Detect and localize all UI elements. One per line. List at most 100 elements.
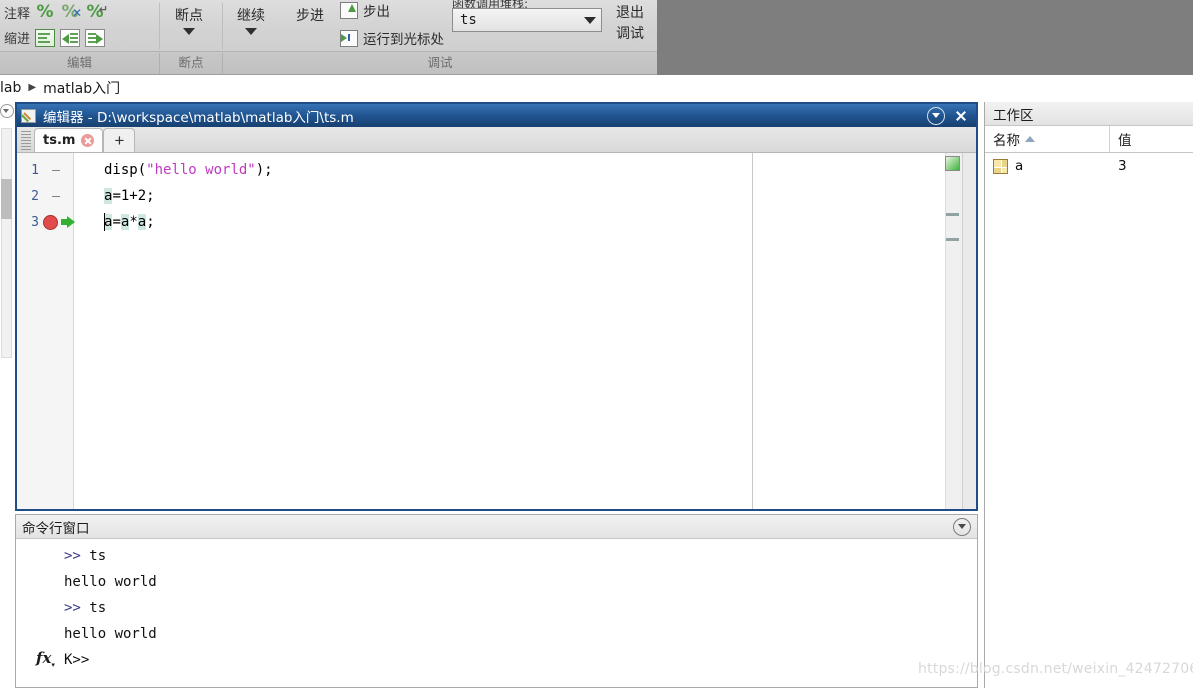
editor-icon — [21, 108, 36, 123]
breakpoint-button[interactable]: 断点 — [163, 5, 215, 35]
workspace-column-value[interactable]: 值 — [1110, 126, 1132, 152]
editor-options-button[interactable] — [927, 106, 945, 125]
step-out-button[interactable]: 步出 — [340, 0, 390, 20]
editor-title-bar: 编辑器 - D:\workspace\matlab\matlab入门\ts.m — [17, 104, 976, 127]
workspace-variable-value: 3 — [1118, 158, 1127, 174]
code-line-2: a=1+2; — [104, 183, 155, 209]
command-window-panel: 命令行窗口 >> ts hello world >> ts hello worl… — [15, 514, 978, 688]
ribbon-group-label-bar: 编辑 断点 调试 — [0, 52, 657, 75]
group-label-edit: 编辑 — [66, 55, 92, 70]
code-line-3-op: * — [129, 214, 138, 230]
code-line-3: a=a*a; — [104, 209, 155, 235]
exit-debug-button[interactable]: 退出 调试 — [610, 3, 650, 45]
breadcrumb: lab ▶ matlab入门 — [0, 75, 1193, 100]
comment-row: 注释 % % ✕ % ↵ — [4, 2, 108, 22]
line-number-3: 3 — [31, 214, 39, 230]
command-window-options-button[interactable] — [953, 517, 971, 536]
editor-close-button[interactable] — [953, 108, 969, 124]
gutter-row-2[interactable]: 2 — — [17, 183, 74, 209]
code-line-1-string: "hello world" — [146, 162, 256, 178]
editor-title: 编辑器 - D:\workspace\matlab\matlab入门\ts.m — [43, 109, 354, 126]
command-window-title-bar: 命令行窗口 — [16, 515, 977, 539]
step-out-icon — [340, 1, 358, 19]
editor-code-area[interactable]: disp("hello world"); a=1+2; a=a*a; — [74, 153, 976, 509]
editor-gutter: 1 — 2 — 3 — [17, 153, 75, 509]
editor-tab-bar: ts.m + — [17, 127, 976, 153]
fx-icon[interactable]: fx▾ — [36, 649, 55, 669]
left-dock-strip — [0, 100, 14, 688]
step-out-label: 步出 — [363, 4, 390, 20]
uncomment-icon[interactable]: % ✕ — [60, 2, 83, 22]
run-to-cursor-label: 运行到光标处 — [363, 32, 444, 48]
command-line-3: hello world — [64, 626, 157, 642]
workspace-variable-name: a — [1015, 158, 1024, 174]
editor-outer-scrollbar[interactable] — [962, 153, 976, 509]
code-line-1-prefix: disp( — [104, 162, 147, 178]
command-text-0: ts — [89, 548, 107, 564]
smart-indent-icon[interactable] — [35, 28, 56, 47]
line-number-2: 2 — [31, 188, 39, 204]
editor-body: 1 — 2 — 3 disp("hello world"); a=1+2; a=… — [17, 153, 976, 509]
left-dock-scrollbar[interactable] — [1, 128, 12, 358]
comment-icon[interactable]: % — [35, 2, 55, 22]
tab-close-icon[interactable] — [81, 134, 95, 147]
breadcrumb-segment-1[interactable]: matlab入门 — [43, 78, 120, 98]
chevron-down-icon — [579, 9, 601, 31]
wrap-comment-icon[interactable]: % ↵ — [85, 2, 108, 22]
left-dock-scroll-thumb[interactable] — [1, 179, 12, 219]
command-window-output[interactable]: >> ts hello world >> ts hello world fx▾ … — [16, 539, 977, 687]
editor-tab-label: ts.m — [43, 133, 76, 148]
continue-caret-icon — [245, 28, 257, 35]
gutter-row-3[interactable]: 3 — [17, 209, 75, 235]
call-stack-dropdown[interactable]: ts — [452, 8, 602, 32]
workspace-table-header: 名称 值 — [985, 126, 1193, 153]
chevron-down-circle-icon — [0, 104, 14, 118]
indent-left-icon[interactable] — [85, 28, 106, 47]
command-window-title: 命令行窗口 — [22, 520, 90, 537]
editor-tab-ts-m[interactable]: ts.m — [34, 128, 104, 152]
workspace-panel: 工作区 名称 值 a 3 — [984, 102, 1193, 688]
continue-button[interactable]: 继续 — [226, 5, 276, 35]
gutter-row-1[interactable]: 1 — — [17, 157, 74, 183]
exit-debug-label-line2: 调试 — [616, 26, 644, 42]
matlab-ide-window: 注释 % % ✕ % ↵ 缩进 断点 继续 步进 步出 I 运行到光标处 函数调… — [0, 0, 1193, 688]
step-label: 步进 — [296, 8, 324, 24]
code-analyzer-ok-indicator[interactable] — [945, 156, 960, 171]
editor-panel: 编辑器 - D:\workspace\matlab\matlab入门\ts.m … — [15, 102, 978, 511]
tab-grip-handle[interactable] — [21, 131, 31, 151]
breakpoint-marker-icon[interactable] — [43, 214, 58, 230]
exit-debug-label-line1: 退出 — [616, 5, 644, 21]
line-marker-1: — — [52, 162, 60, 178]
run-to-cursor-button[interactable]: I 运行到光标处 — [340, 28, 444, 48]
comment-label: 注释 — [4, 6, 31, 22]
code-line-2-rest: =1+2; — [112, 188, 155, 204]
command-debug-prompt[interactable]: K>> — [64, 647, 89, 673]
command-line-0: >> ts — [64, 543, 106, 569]
new-tab-button[interactable]: + — [103, 128, 136, 152]
workspace-column-name[interactable]: 名称 — [985, 126, 1110, 152]
uncomment-x-badge: ✕ — [71, 6, 83, 20]
column-ruler-line — [752, 153, 753, 509]
scroll-marker-1 — [946, 213, 959, 216]
table-row[interactable]: a 3 — [985, 153, 1193, 179]
scroll-marker-2 — [946, 238, 959, 241]
breadcrumb-separator-icon: ▶ — [28, 82, 37, 93]
ribbon-toolbar: 注释 % % ✕ % ↵ 缩进 断点 继续 步进 步出 I 运行到光标处 函数调… — [0, 0, 657, 52]
left-dock-menu-button[interactable] — [0, 104, 14, 118]
text-cursor — [104, 213, 105, 231]
breakpoint-button-label: 断点 — [175, 8, 203, 24]
indent-label: 缩进 — [4, 32, 31, 47]
run-to-cursor-icon: I — [340, 29, 358, 47]
variable-matrix-icon — [993, 158, 1008, 174]
indent-right-icon[interactable] — [60, 28, 81, 47]
sort-ascending-icon — [1025, 136, 1035, 142]
step-button[interactable]: 步进 — [288, 5, 332, 25]
line-marker-2: — — [52, 188, 60, 204]
code-line-3-end: ; — [146, 214, 155, 230]
continue-label: 继续 — [237, 8, 265, 24]
group-label-debug: 调试 — [427, 55, 453, 70]
breadcrumb-segment-0[interactable]: lab — [0, 80, 21, 96]
watermark-text: https://blog.csdn.net/weixin_42472706 — [918, 661, 1193, 677]
code-line-1: disp("hello world"); — [104, 157, 273, 183]
editor-scrollbar[interactable] — [945, 153, 962, 509]
